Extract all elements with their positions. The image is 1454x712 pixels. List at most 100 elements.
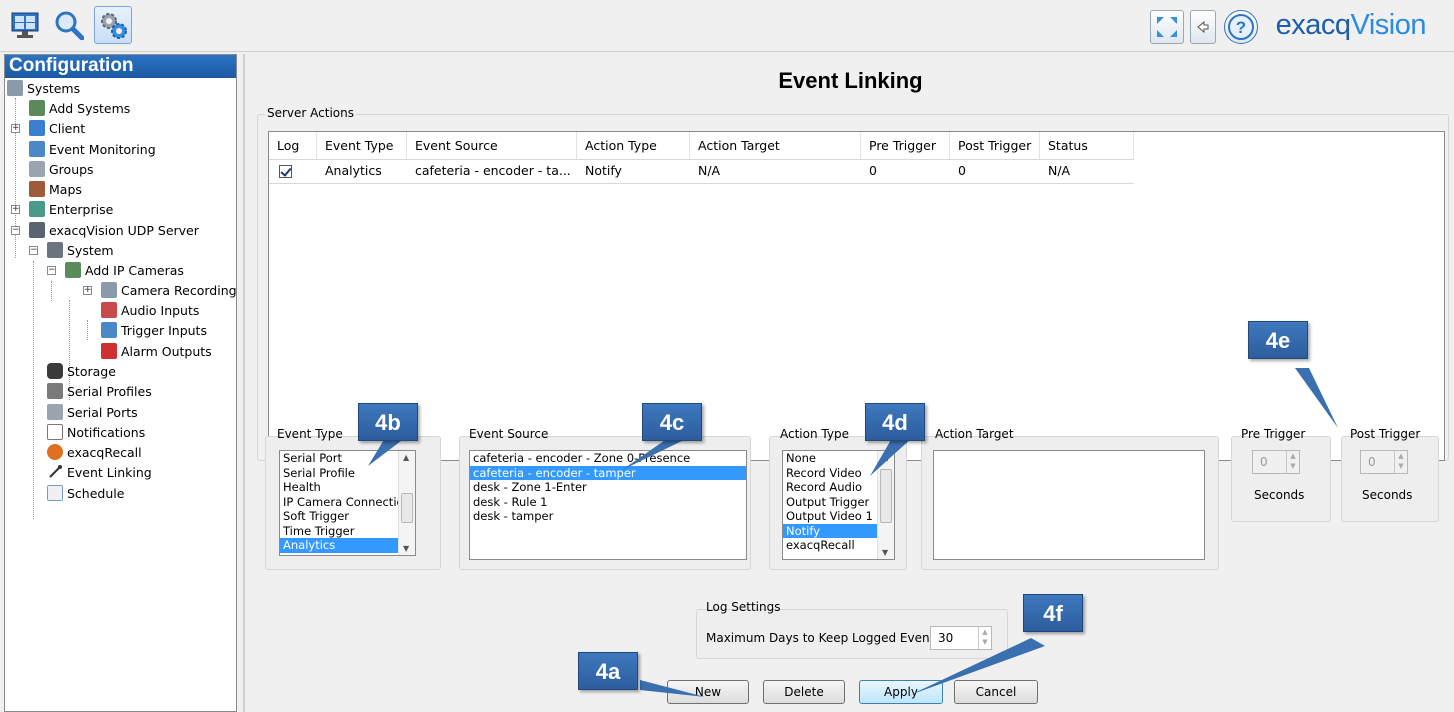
callout-4f: 4f <box>1023 594 1083 632</box>
list-item[interactable]: Serial Profile <box>280 466 415 481</box>
cell-pre-trigger[interactable]: 0 <box>861 160 877 182</box>
tree-item-storage[interactable]: Storage <box>47 361 116 381</box>
tree-item-serial-ports[interactable]: Serial Ports <box>47 402 138 422</box>
cell-post-trigger[interactable]: 0 <box>950 160 966 182</box>
column-header-status[interactable]: Status <box>1040 132 1134 159</box>
column-header-action-type[interactable]: Action Type <box>577 132 690 159</box>
tree-item-enterprise[interactable]: Enterprise <box>29 199 113 219</box>
collapse-server-icon[interactable]: − <box>11 226 20 235</box>
list-item-selected[interactable]: Notify <box>783 523 877 538</box>
cell-status[interactable]: N/A <box>1040 160 1070 182</box>
collapse-system-icon[interactable]: − <box>29 246 38 255</box>
tree-item-trigger-inputs[interactable]: Trigger Inputs <box>101 320 207 340</box>
cell-action-target[interactable]: N/A <box>690 160 720 182</box>
new-button[interactable]: New <box>667 680 749 704</box>
column-header-post-trigger[interactable]: Post Trigger <box>950 132 1040 159</box>
list-item[interactable]: desk - tamper <box>470 509 746 524</box>
column-header-action-target[interactable]: Action Target <box>690 132 861 159</box>
tree-item-serial-profiles[interactable]: Serial Profiles <box>47 381 152 401</box>
list-item[interactable]: desk - Rule 1 <box>470 495 746 510</box>
back-arrow-icon[interactable] <box>1190 10 1216 44</box>
tree-item-add-systems[interactable]: Add Systems <box>29 98 130 118</box>
event-type-list[interactable]: Serial Port Serial Profile Health IP Cam… <box>279 450 416 556</box>
serial-ports-icon <box>47 404 63 420</box>
callout-4b: 4b <box>358 403 418 441</box>
link-icon <box>47 464 63 480</box>
column-header-event-source[interactable]: Event Source <box>407 132 577 159</box>
tree-item-add-ip-cameras[interactable]: Add IP Cameras <box>65 260 184 280</box>
list-item[interactable]: Time Trigger <box>280 524 415 539</box>
tree-item-client[interactable]: Client <box>29 118 85 138</box>
list-item[interactable]: cafeteria - encoder - Zone 0-Presence <box>470 451 746 466</box>
list-item-selected[interactable]: cafeteria - encoder - tamper <box>470 465 746 480</box>
enterprise-icon <box>29 201 45 217</box>
config-gear-icon[interactable] <box>94 6 132 44</box>
event-source-list[interactable]: cafeteria - encoder - Zone 0-Presence ca… <box>469 450 747 560</box>
cell-event-source[interactable]: cafeteria - encoder - ta... <box>407 160 571 182</box>
post-trigger-unit: Seconds <box>1362 488 1413 502</box>
svg-text:?: ? <box>1236 18 1246 37</box>
fullscreen-icon[interactable] <box>1150 10 1184 44</box>
delete-button[interactable]: Delete <box>763 680 845 704</box>
help-icon[interactable]: ? <box>1224 10 1258 44</box>
cell-event-type[interactable]: Analytics <box>317 160 382 182</box>
tree-item-systems[interactable]: Systems <box>7 78 80 98</box>
cancel-button[interactable]: Cancel <box>954 680 1038 704</box>
tree-item-event-linking[interactable]: Event Linking <box>47 462 152 482</box>
list-item-selected[interactable]: Analytics <box>280 538 415 553</box>
expand-camera-recording-icon[interactable]: + <box>83 286 92 295</box>
callout-4e: 4e <box>1248 321 1308 359</box>
list-item[interactable]: IP Camera Connection <box>280 495 415 510</box>
tree-item-groups[interactable]: Groups <box>29 159 94 179</box>
add-systems-icon <box>29 100 45 116</box>
log-checkbox[interactable] <box>279 165 292 178</box>
apply-button[interactable]: Apply <box>859 680 943 704</box>
tree-item-notifications[interactable]: Notifications <box>47 422 145 442</box>
column-header-event-type[interactable]: Event Type <box>317 132 407 159</box>
action-target-label: Action Target <box>935 427 1014 441</box>
tree-item-camera-recording[interactable]: Camera Recording <box>101 280 237 300</box>
action-type-list[interactable]: None Record Video Record Audio Output Tr… <box>782 450 895 560</box>
post-trigger-spinner[interactable]: 0 ▲ ▼ <box>1360 450 1408 474</box>
pre-trigger-group <box>1231 436 1331 522</box>
configuration-title: Configuration <box>5 55 236 78</box>
action-target-list[interactable] <box>933 450 1205 560</box>
tree-item-exacqvision-udp-server[interactable]: exacqVision UDP Server <box>29 220 199 240</box>
event-type-label: Event Type <box>277 427 343 441</box>
tree-item-event-monitoring[interactable]: Event Monitoring <box>29 139 156 159</box>
list-item[interactable]: Serial Port <box>280 451 415 466</box>
pre-trigger-spinner[interactable]: 0 ▲ ▼ <box>1252 450 1300 474</box>
pre-trigger-label: Pre Trigger <box>1241 427 1306 441</box>
list-item[interactable]: desk - Zone 1-Enter <box>470 480 746 495</box>
expand-client-icon[interactable]: + <box>11 124 20 133</box>
live-view-icon[interactable] <box>6 6 44 44</box>
add-ip-cameras-icon <box>65 262 81 278</box>
column-header-pre-trigger[interactable]: Pre Trigger <box>861 132 950 159</box>
callout-4c: 4c <box>642 403 702 441</box>
cell-action-type[interactable]: Notify <box>577 160 622 182</box>
tree-item-alarm-outputs[interactable]: Alarm Outputs <box>101 341 212 361</box>
list-item[interactable]: Health <box>280 480 415 495</box>
audio-inputs-icon <box>101 302 117 318</box>
column-header-log[interactable]: Log <box>269 132 317 159</box>
expand-enterprise-icon[interactable]: + <box>11 205 20 214</box>
tree-item-audio-inputs[interactable]: Audio Inputs <box>101 300 199 320</box>
collapse-add-ip-cameras-icon[interactable]: − <box>47 266 56 275</box>
action-type-scrollbar[interactable]: ▲ ▼ <box>877 451 894 559</box>
max-days-spinner[interactable]: 30 ▲ ▼ <box>930 626 992 650</box>
callout-4d: 4d <box>865 403 925 441</box>
serial-profiles-icon <box>47 383 63 399</box>
search-icon[interactable] <box>50 6 88 44</box>
camera-recording-icon <box>101 282 117 298</box>
list-item[interactable]: Soft Trigger <box>280 509 415 524</box>
tree-item-schedule[interactable]: Schedule <box>47 483 124 503</box>
exacqrecall-icon <box>47 444 63 460</box>
tree-item-exacqrecall[interactable]: exacqRecall <box>47 442 142 462</box>
tree-item-system[interactable]: System <box>47 240 114 260</box>
configuration-tree-panel: Configuration Systems Add Systems + Clie… <box>4 54 237 712</box>
envelope-icon <box>47 424 63 440</box>
server-actions-table[interactable]: Log Event Type Event Source Action Type … <box>268 131 1445 461</box>
tree-item-maps[interactable]: Maps <box>29 179 82 199</box>
event-type-scrollbar[interactable]: ▲ ▼ <box>398 451 415 555</box>
exacqvision-logo: exacqVision <box>1275 9 1427 41</box>
